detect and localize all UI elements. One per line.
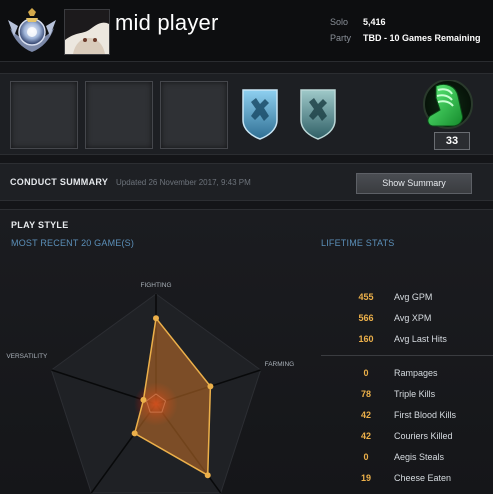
- party-mmr-label: Party: [330, 33, 352, 43]
- lifetime-stats-title: LIFETIME STATS: [321, 238, 395, 248]
- solo-mmr-label: Solo: [330, 17, 349, 27]
- solo-mmr-value: 5,416: [363, 17, 386, 27]
- avg-gpm-label: Avg GPM: [394, 292, 433, 302]
- couriers-killed-label: Couriers Killed: [394, 431, 453, 441]
- featured-hero-slot-3[interactable]: [160, 81, 228, 149]
- profile-level[interactable]: 33: [412, 79, 474, 150]
- radar-label-versatility: VERSATILITY: [6, 353, 48, 360]
- party-mmr-value: TBD - 10 Games Remaining: [363, 33, 481, 43]
- rampages-label: Rampages: [394, 368, 438, 378]
- rampages-value: 0: [363, 368, 369, 378]
- avg-last-hits-value: 160: [358, 334, 374, 344]
- radar-point-pushing: [131, 430, 138, 437]
- rank-medal-icon[interactable]: [6, 6, 58, 56]
- couriers-killed-value: 42: [360, 431, 371, 441]
- aegis-steals-value: 0: [363, 452, 369, 462]
- cheese-eaten-value: 19: [360, 473, 371, 483]
- conduct-summary-bar: CONDUCT SUMMARY Updated 26 November 2017…: [0, 163, 493, 201]
- show-summary-button[interactable]: Show Summary: [356, 173, 472, 194]
- featured-hero-slot-1[interactable]: [10, 81, 78, 149]
- radar-label-farming: FARMING: [265, 361, 295, 368]
- first-blood-kills-label: First Blood Kills: [394, 410, 457, 420]
- conduct-summary-title: CONDUCT SUMMARY: [10, 177, 109, 187]
- play-style-panel: PLAY STYLE MOST RECENT 20 GAME(S) LIFETI…: [0, 209, 493, 494]
- cheese-eaten-label: Cheese Eaten: [394, 473, 452, 483]
- avg-xpm-label: Avg XPM: [394, 313, 432, 323]
- avg-xpm-value: 566: [358, 313, 374, 323]
- radar-label-fighting: FIGHTING: [140, 282, 171, 289]
- radar-point-supporting: [204, 472, 211, 479]
- play-style-radar-chart: FIGHTINGFARMINGSUPPORTINGPUSHINGVERSATIL…: [6, 282, 295, 494]
- radar-point-farming: [207, 383, 214, 390]
- level-badge: 33: [434, 132, 470, 150]
- player-name[interactable]: mid player: [115, 10, 218, 36]
- profile-header: mid player Solo 5,416 Party TBD - 10 Gam…: [0, 0, 493, 62]
- avg-gpm-value: 455: [358, 292, 374, 302]
- avatar-image: [65, 10, 109, 54]
- boots-icon: [423, 79, 473, 129]
- stats-divider: [321, 355, 493, 356]
- radar-point-fighting: [153, 315, 159, 322]
- featured-hero-slot-2[interactable]: [85, 81, 153, 149]
- trophy-icon[interactable]: [240, 88, 280, 140]
- triple-kills-label: Triple Kills: [394, 389, 436, 399]
- trophy-icon[interactable]: [298, 88, 338, 140]
- first-blood-kills-value: 42: [360, 410, 371, 420]
- avg-last-hits-label: Avg Last Hits: [394, 334, 447, 344]
- conduct-updated-text: Updated 26 November 2017, 9:43 PM: [116, 178, 251, 187]
- avatar[interactable]: [64, 9, 110, 55]
- aegis-steals-label: Aegis Steals: [394, 452, 445, 462]
- radar-point-versatility: [140, 396, 147, 403]
- triple-kills-value: 78: [360, 389, 371, 399]
